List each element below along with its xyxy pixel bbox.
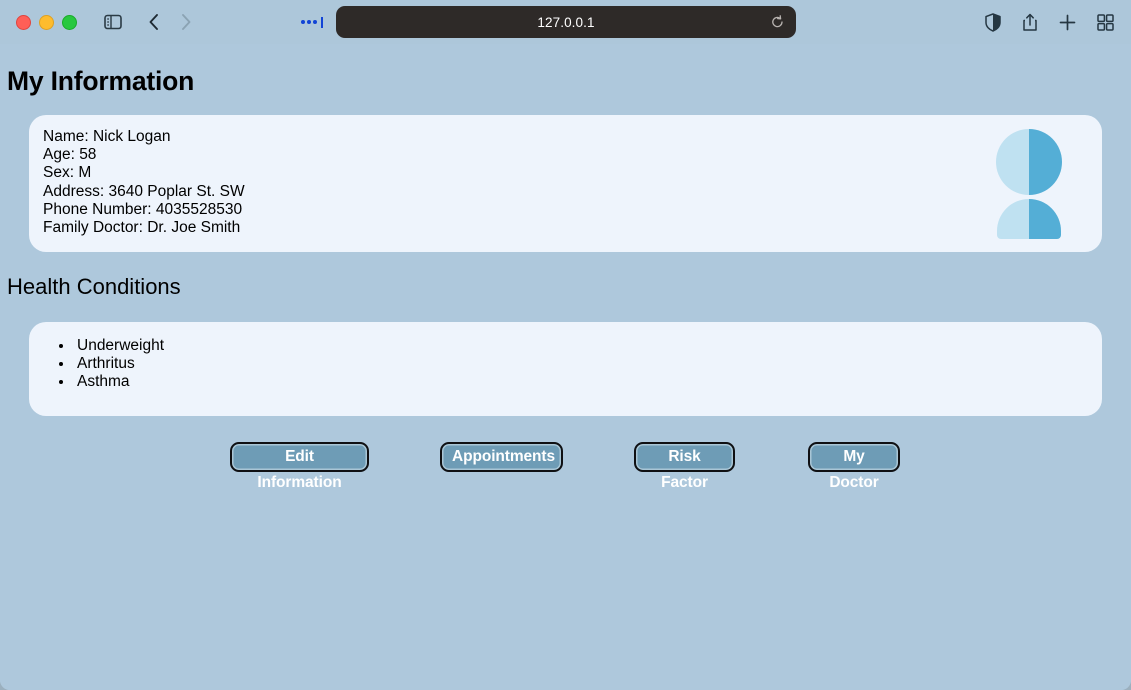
minimize-button[interactable] — [39, 14, 54, 30]
maximize-button[interactable] — [62, 14, 77, 30]
info-line-name: Name: Nick Logan — [43, 128, 171, 145]
url-text: 127.0.0.1 — [537, 14, 595, 30]
action-button-row: Edit Information Appointments Risk Facto… — [0, 442, 1131, 491]
reload-icon[interactable] — [771, 15, 784, 29]
info-line-age: Age: 58 — [43, 146, 97, 164]
health-conditions-title: Health Conditions — [7, 274, 181, 299]
browser-window: 127.0.0.1 My Information Name: Nick Loga… — [0, 0, 1131, 690]
appointments-button[interactable]: Appointments — [440, 442, 563, 472]
browser-toolbar: 127.0.0.1 — [0, 0, 1131, 44]
page-content: My Information Name: Nick Logan Age: 58 … — [0, 44, 1131, 690]
plus-icon[interactable] — [1059, 14, 1076, 31]
info-line-doctor: Family Doctor: Dr. Joe Smith — [43, 219, 241, 237]
info-line-sex: Sex: M — [43, 164, 92, 182]
health-conditions-list: Underweight Arthritus Asthma — [29, 322, 1102, 392]
share-icon[interactable] — [1022, 13, 1038, 32]
person-avatar-icon — [993, 127, 1065, 240]
patient-info-list: Name: Nick Logan Age: 58 Sex: M Address:… — [43, 128, 245, 237]
forward-arrow-icon[interactable] — [180, 13, 192, 31]
close-button[interactable] — [16, 14, 31, 30]
list-item: Arthritus — [74, 355, 1102, 373]
info-line-phone: Phone Number: 4035528530 — [43, 200, 243, 218]
edit-information-button[interactable]: Edit Information — [230, 442, 369, 491]
page-title: My Information — [7, 66, 195, 96]
window-controls — [16, 14, 77, 30]
info-line-address: Address: 3640 Poplar St. SW — [43, 182, 245, 200]
list-item: Asthma — [74, 373, 1102, 391]
my-information-card: Name: Nick Logan Age: 58 Sex: M Address:… — [29, 115, 1102, 252]
tab-overview-icon[interactable] — [1097, 13, 1114, 31]
reader-mode-icon[interactable] — [985, 12, 1001, 32]
sidebar-toggle-icon[interactable] — [104, 14, 122, 30]
extensions-indicator-icon[interactable] — [301, 16, 323, 28]
risk-factor-button[interactable]: Risk Factor — [634, 442, 735, 491]
back-arrow-icon[interactable] — [148, 13, 160, 31]
address-bar[interactable]: 127.0.0.1 — [336, 6, 796, 38]
my-doctor-button[interactable]: My Doctor — [808, 442, 900, 491]
health-conditions-card: Underweight Arthritus Asthma — [29, 322, 1102, 416]
toolbar-right-icons — [985, 0, 1114, 44]
list-item: Underweight — [74, 337, 1102, 355]
